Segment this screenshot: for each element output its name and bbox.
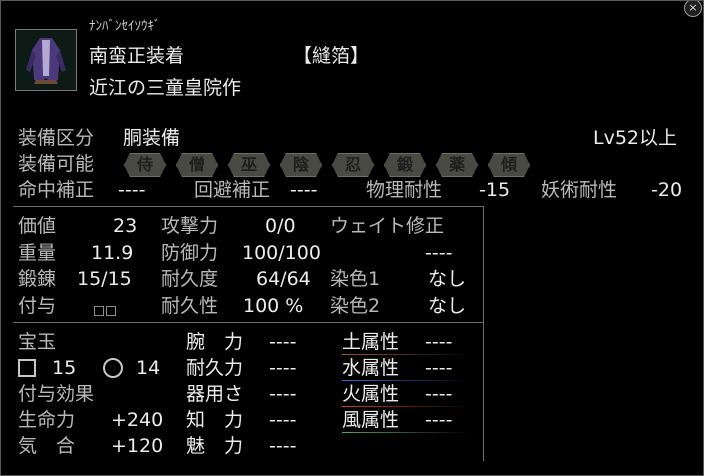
- element-underline: [342, 432, 470, 433]
- forge-label: 鍛錬: [18, 268, 57, 290]
- grant-slots-icon: [94, 301, 118, 320]
- value-label: 価値: [18, 215, 57, 237]
- dye2-value: なし: [428, 295, 467, 317]
- weight-mod-value: ----: [425, 242, 453, 264]
- equip-can-label: 装備可能: [18, 153, 95, 175]
- magic-resist-value: -20: [651, 179, 683, 201]
- weight-label: 重量: [18, 242, 57, 264]
- attr-label: 腕 力: [186, 331, 244, 353]
- dye1-label: 染色1: [330, 268, 381, 290]
- attr-value: ----: [269, 409, 297, 431]
- divider: [13, 206, 483, 207]
- attr-label: 器用さ: [186, 383, 244, 405]
- durability-pct-label: 耐久性: [161, 295, 219, 317]
- dye2-label: 染色2: [330, 295, 381, 317]
- item-name: 南蛮正装着: [89, 45, 185, 67]
- equip-class-label: 装備区分: [18, 127, 95, 149]
- life-label: 生命力: [18, 409, 76, 431]
- durability-value: 64/64: [256, 268, 311, 290]
- gem-label: 宝玉: [18, 331, 57, 353]
- dye1-value: なし: [428, 268, 467, 290]
- element-value: ----: [425, 331, 453, 353]
- item-category: 【縫箔】: [293, 45, 370, 67]
- ki-label: 気 合: [18, 435, 76, 457]
- item-tooltip-window: × ﾅﾝﾊﾞﾝｾｲｿｳｷﾞ 南蛮正装着 【縫箔】 近江の三童皇院作 装備区分 胴…: [0, 0, 704, 476]
- divider: [483, 206, 484, 461]
- evade-correction-value: ----: [290, 179, 318, 201]
- physical-resist-label: 物理耐性: [366, 179, 443, 201]
- item-maker: 近江の三童皇院作: [89, 77, 242, 99]
- forge-value: 15/15: [77, 268, 132, 290]
- attr-label: 知 力: [186, 409, 244, 431]
- grant-effect-label: 付与効果: [18, 383, 95, 405]
- ki-value: +120: [111, 435, 164, 457]
- weight-value: 11.9: [91, 242, 134, 264]
- grant-label: 付与: [18, 295, 57, 317]
- defense-label: 防御力: [161, 242, 219, 264]
- attr-label: 耐久力: [186, 357, 244, 379]
- weight-mod-label: ウェイト修正: [330, 215, 445, 237]
- element-label: 水属性: [342, 357, 400, 379]
- hit-correction-value: ----: [118, 179, 146, 201]
- circle-gem-icon: [103, 358, 123, 378]
- value-value: 23: [113, 215, 138, 237]
- class-badge: 傾: [488, 153, 530, 177]
- attack-label: 攻撃力: [161, 215, 219, 237]
- close-icon[interactable]: ×: [684, 1, 702, 17]
- element-label: 風属性: [342, 409, 400, 431]
- level-requirement: Lv52以上: [593, 127, 678, 149]
- class-badge: 鍛: [384, 153, 426, 177]
- class-badge: 僧: [176, 153, 218, 177]
- divider: [13, 322, 483, 323]
- life-value: +240: [111, 409, 164, 431]
- element-label: 土属性: [342, 331, 400, 353]
- attr-value: ----: [269, 331, 297, 353]
- square-gem-count: 15: [52, 357, 77, 379]
- equip-class-value: 胴装備: [123, 127, 181, 149]
- circle-gem-count: 14: [136, 357, 161, 379]
- magic-resist-label: 妖術耐性: [541, 179, 618, 201]
- class-badge: 侍: [124, 153, 166, 177]
- durability-label: 耐久度: [161, 268, 219, 290]
- element-underline: [342, 354, 470, 355]
- element-label: 火属性: [342, 383, 400, 405]
- hit-correction-label: 命中補正: [18, 179, 95, 201]
- item-reading: ﾅﾝﾊﾞﾝｾｲｿｳｷﾞ: [89, 19, 161, 34]
- defense-value: 100/100: [242, 242, 321, 264]
- element-underline: [342, 406, 470, 407]
- class-badge: 薬: [436, 153, 478, 177]
- element-value: ----: [425, 383, 453, 405]
- robe-armor-icon: [15, 29, 77, 91]
- class-badge: 巫: [228, 153, 270, 177]
- square-gem-icon: [18, 359, 36, 377]
- element-value: ----: [425, 357, 453, 379]
- class-badge: 忍: [332, 153, 374, 177]
- class-badge: 陰: [280, 153, 322, 177]
- attr-value: ----: [269, 435, 297, 457]
- evade-correction-label: 回避補正: [194, 179, 271, 201]
- element-value: ----: [425, 409, 453, 431]
- attack-value: 0/0: [265, 215, 296, 237]
- attr-value: ----: [269, 357, 297, 379]
- physical-resist-value: -15: [479, 179, 511, 201]
- attr-label: 魅 力: [186, 435, 244, 457]
- element-underline: [342, 380, 470, 381]
- class-badges: 侍 僧 巫 陰 忍 鍛 薬 傾: [124, 153, 530, 177]
- attr-value: ----: [269, 383, 297, 405]
- durability-pct-value: 100 %: [243, 295, 304, 317]
